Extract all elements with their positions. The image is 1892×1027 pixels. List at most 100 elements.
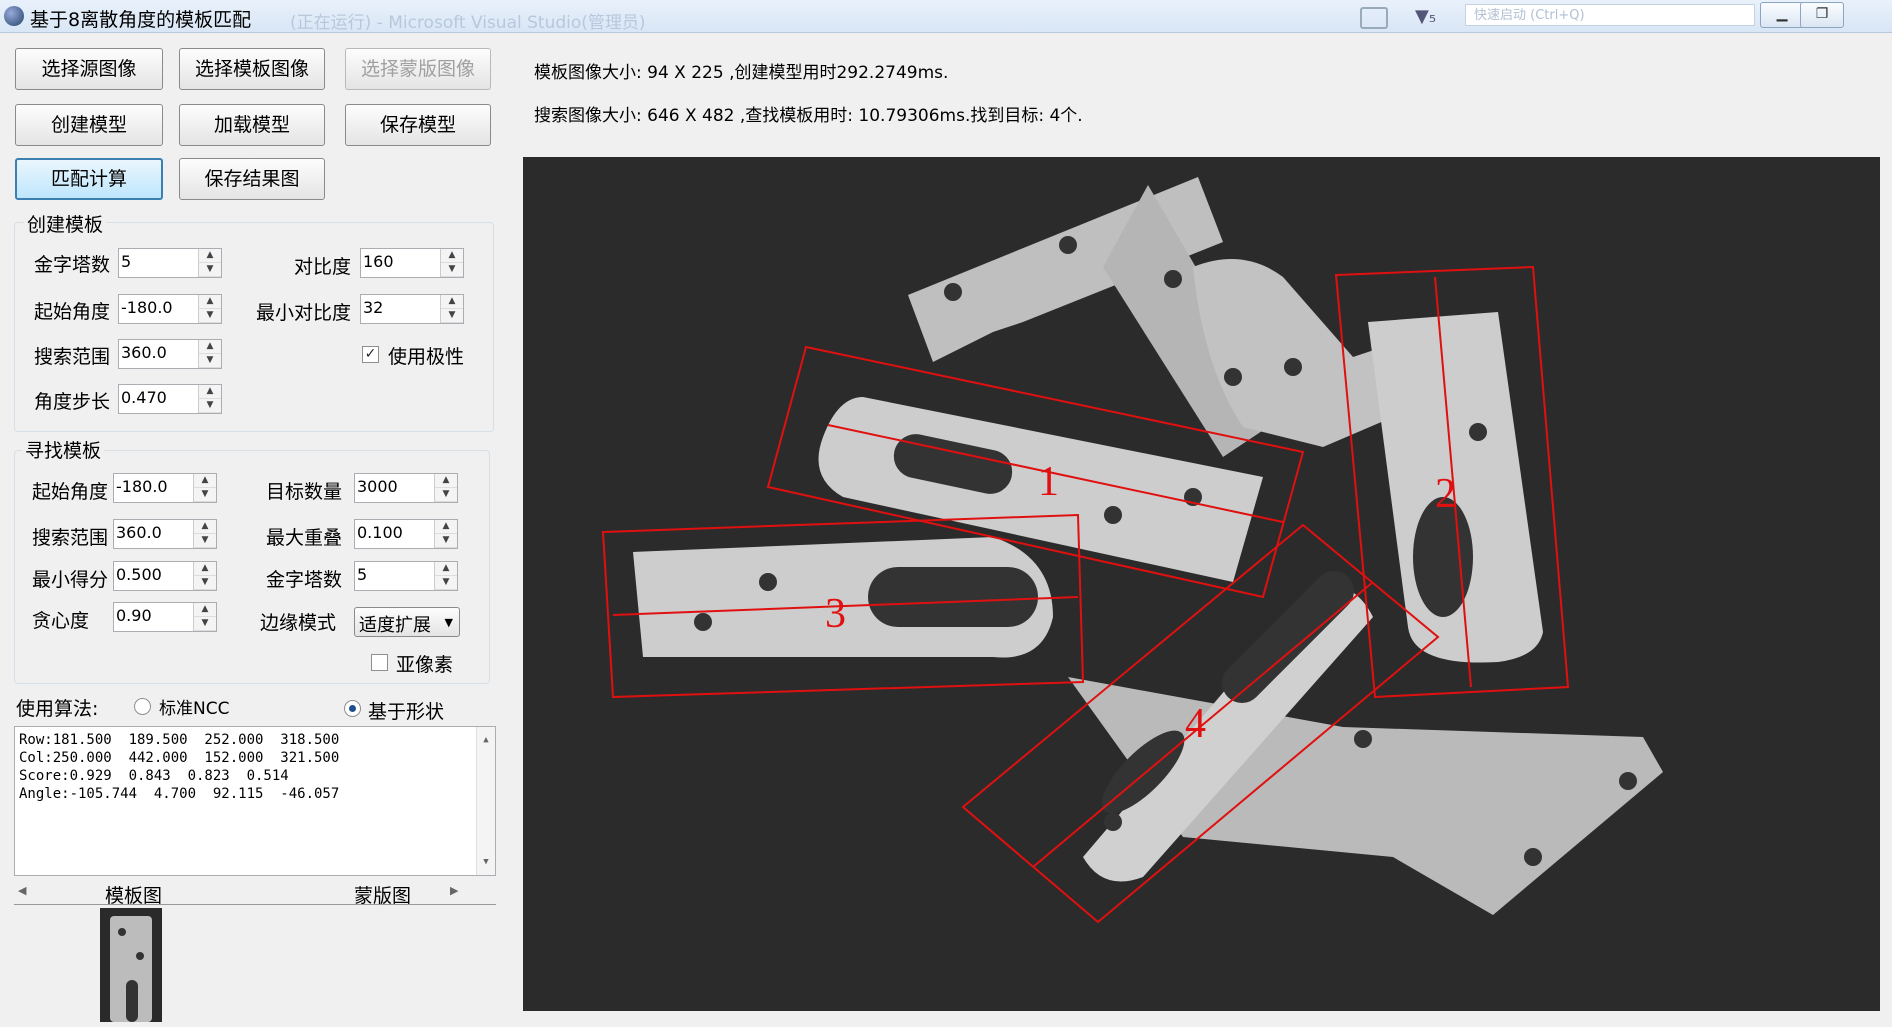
create-model-button[interactable]: 创建模型 — [15, 104, 163, 146]
shape-radio[interactable] — [344, 700, 361, 717]
algorithm-label: 使用算法: — [16, 698, 99, 720]
match-label-3: 3 — [825, 591, 846, 637]
find-pyramid-value: 5 — [357, 565, 368, 584]
tab-mask[interactable]: 蒙版图 — [354, 881, 411, 908]
pyramid-value: 5 — [121, 252, 132, 271]
find-range-stepper[interactable]: 360.0 ▲ ▼ — [113, 519, 217, 549]
subpixel-label: 亚像素 — [396, 654, 454, 676]
ncc-label: 标准NCC — [159, 699, 230, 719]
find-pyramid-stepper[interactable]: 5 ▲ ▼ — [354, 561, 458, 591]
spin-arrows[interactable]: ▲ ▼ — [434, 474, 457, 502]
scroll-up-icon[interactable]: ▲ — [477, 731, 495, 749]
load-model-button[interactable]: 加载模型 — [179, 104, 325, 146]
match-button[interactable]: 匹配计算 — [15, 158, 163, 200]
min-contrast-value: 32 — [363, 298, 384, 317]
spin-arrows[interactable]: ▲ ▼ — [193, 520, 216, 548]
result-image-svg: 1 2 3 4 — [523, 157, 1880, 1011]
find-range-value: 360.0 — [116, 523, 162, 542]
restore-button[interactable]: ❐ — [1800, 2, 1844, 28]
contrast-value: 160 — [363, 252, 394, 271]
edge-mode-dropdown[interactable]: 适度扩展 ▼ — [354, 607, 460, 637]
tab-template[interactable]: 模板图 — [105, 881, 162, 908]
min-contrast-label: 最小对比度 — [256, 302, 352, 324]
start-angle-stepper[interactable]: -180.0 ▲ ▼ — [118, 294, 222, 324]
feedback-icon[interactable] — [1360, 7, 1388, 29]
find-range-label: 搜索范围 — [32, 527, 109, 549]
find-start-angle-value: -180.0 — [116, 477, 168, 496]
search-range-value: 360.0 — [121, 343, 167, 362]
spin-arrows[interactable]: ▲ ▼ — [193, 474, 216, 502]
select-source-button[interactable]: 选择源图像 — [15, 48, 163, 90]
search-range-label: 搜索范围 — [34, 346, 111, 368]
contrast-stepper[interactable]: 160 ▲ ▼ — [360, 248, 464, 278]
search-info-text: 搜索图像大小: 646 X 482 ,查找模板用时: 10.79306ms.找到… — [534, 106, 1083, 126]
match-label-2: 2 — [1435, 471, 1456, 517]
subpixel-checkbox[interactable] — [371, 654, 388, 671]
result-col-line: Col:250.000 442.000 152.000 321.500 — [19, 750, 340, 766]
min-score-value: 0.500 — [116, 565, 162, 584]
template-info-text: 模板图像大小: 94 X 225 ,创建模型用时292.2749ms. — [534, 63, 949, 83]
shape-label: 基于形状 — [368, 701, 445, 723]
spin-arrows[interactable]: ▲ ▼ — [198, 295, 221, 323]
window-title: 基于8离散角度的模板匹配 — [30, 9, 252, 31]
minimize-button[interactable]: ▁ — [1760, 2, 1804, 28]
min-score-stepper[interactable]: 0.500 ▲ ▼ — [113, 561, 217, 591]
angle-step-value: 0.470 — [121, 388, 167, 407]
scroll-down-icon[interactable]: ▼ — [477, 853, 495, 871]
spin-arrows[interactable]: ▲ ▼ — [193, 603, 216, 631]
app-icon — [4, 6, 24, 26]
find-start-angle-label: 起始角度 — [32, 481, 109, 503]
spin-arrows[interactable]: ▲ ▼ — [440, 295, 463, 323]
template-preview-image — [100, 908, 162, 1022]
create-template-title: 创建模板 — [24, 210, 107, 237]
greedy-stepper[interactable]: 0.90 ▲ ▼ — [113, 602, 217, 632]
match-label-1: 1 — [1038, 459, 1059, 505]
tab-scroll-right-icon[interactable]: ▶ — [450, 884, 458, 897]
angle-step-stepper[interactable]: 0.470 ▲ ▼ — [118, 384, 222, 414]
spin-arrows[interactable]: ▲ ▼ — [198, 249, 221, 277]
find-pyramid-label: 金字塔数 — [266, 569, 343, 591]
results-textbox[interactable]: Row:181.500 189.500 252.000 318.500 Col:… — [14, 726, 496, 876]
max-overlap-value: 0.100 — [357, 523, 403, 542]
pyramid-stepper[interactable]: 5 ▲ ▼ — [118, 248, 222, 278]
angle-step-label: 角度步长 — [34, 391, 111, 413]
result-row-line: Row:181.500 189.500 252.000 318.500 — [19, 732, 340, 748]
quick-launch-input[interactable]: 快速启动 (Ctrl+Q) — [1465, 4, 1755, 26]
spin-arrows[interactable]: ▲ ▼ — [198, 340, 221, 368]
save-model-button[interactable]: 保存模型 — [345, 104, 491, 146]
select-mask-button[interactable]: 选择蒙版图像 — [345, 48, 491, 90]
spin-arrows[interactable]: ▲ ▼ — [434, 520, 457, 548]
tab-scroll-left-icon[interactable]: ◀ — [18, 884, 26, 897]
results-scrollbar[interactable]: ▲ ▼ — [476, 727, 495, 875]
greedy-label: 贪心度 — [32, 610, 90, 632]
min-contrast-stepper[interactable]: 32 ▲ ▼ — [360, 294, 464, 324]
preview-tabs: ◀ 模板图 蒙版图 ▶ — [14, 878, 496, 908]
start-angle-label: 起始角度 — [34, 301, 111, 323]
target-count-stepper[interactable]: 3000 ▲ ▼ — [354, 473, 458, 503]
max-overlap-stepper[interactable]: 0.100 ▲ ▼ — [354, 519, 458, 549]
polarity-label: 使用极性 — [388, 346, 465, 368]
result-image: 1 2 3 4 — [523, 157, 1880, 1011]
spin-arrows[interactable]: ▲ ▼ — [198, 385, 221, 413]
polarity-checkbox[interactable]: ✓ — [362, 346, 379, 363]
save-result-button[interactable]: 保存结果图 — [179, 158, 325, 200]
search-range-stepper[interactable]: 360.0 ▲ ▼ — [118, 339, 222, 369]
result-score-line: Score:0.929 0.843 0.823 0.514 — [19, 768, 289, 784]
spin-arrows[interactable]: ▲ ▼ — [193, 562, 216, 590]
filter-icon[interactable]: ▼₅ — [1415, 6, 1436, 27]
template-preview-svg — [110, 916, 152, 1022]
select-template-button[interactable]: 选择模板图像 — [179, 48, 325, 90]
min-score-label: 最小得分 — [32, 569, 109, 591]
target-count-value: 3000 — [357, 477, 398, 496]
ncc-radio[interactable] — [134, 698, 151, 715]
max-overlap-label: 最大重叠 — [266, 527, 343, 549]
result-angle-line: Angle:-105.744 4.700 92.115 -46.057 — [19, 786, 340, 802]
title-bar: 基于8离散角度的模板匹配 (正在运行) - Microsoft Visual S… — [0, 0, 1892, 33]
edge-mode-label: 边缘模式 — [260, 612, 337, 634]
find-start-angle-stepper[interactable]: -180.0 ▲ ▼ — [113, 473, 217, 503]
target-count-label: 目标数量 — [266, 481, 343, 503]
spin-arrows[interactable]: ▲ ▼ — [434, 562, 457, 590]
background-window-title: (正在运行) - Microsoft Visual Studio(管理员) — [290, 13, 646, 33]
spin-arrows[interactable]: ▲ ▼ — [440, 249, 463, 277]
match-label-4: 4 — [1185, 701, 1206, 747]
